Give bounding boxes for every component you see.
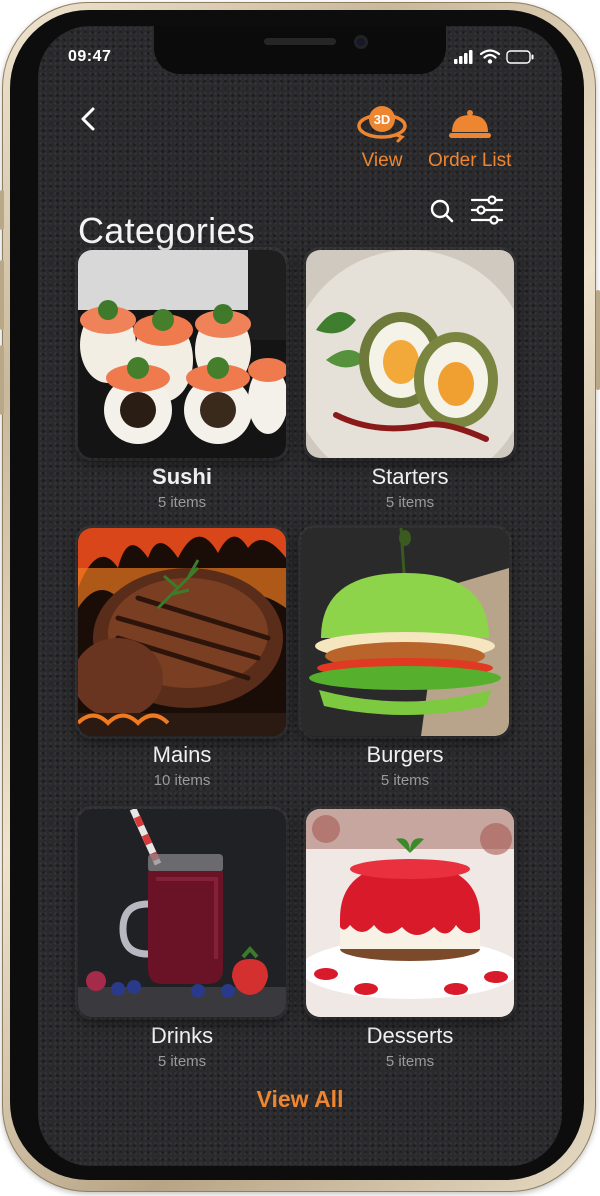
- notch: [154, 26, 446, 74]
- category-count: 5 items: [385, 494, 435, 511]
- view-3d-button[interactable]: 3D View: [356, 104, 408, 172]
- green-burger-photo: [301, 528, 509, 736]
- category-card-burgers[interactable]: Burgers 5 items: [301, 528, 517, 789]
- category-name: Desserts: [366, 1023, 454, 1048]
- search-icon: [430, 199, 454, 223]
- category-count: 5 items: [385, 1053, 435, 1070]
- category-count: 5 items: [380, 772, 430, 789]
- volume-up-button: [0, 260, 4, 330]
- app-screen: 09:47 3D View Order List Categories Sush…: [38, 26, 562, 1166]
- signal-icon: [454, 49, 473, 64]
- sushi-photo: [78, 250, 286, 458]
- 3d-badge-text: 3D: [374, 112, 391, 127]
- category-card-starters[interactable]: Starters 5 items: [306, 250, 522, 511]
- category-name: Drinks: [150, 1023, 214, 1048]
- berry-smoothie-photo: [78, 809, 286, 1017]
- volume-down-button: [0, 345, 4, 415]
- category-card-sushi[interactable]: Sushi 5 items: [78, 250, 294, 511]
- order-list-button[interactable]: Order List: [428, 104, 511, 172]
- 3d-view-icon: 3D: [357, 106, 407, 143]
- category-name: Mains: [152, 742, 212, 767]
- chevron-left-icon: [81, 107, 95, 131]
- cloche-icon: [448, 110, 491, 138]
- view-label: View: [361, 150, 403, 171]
- category-card-mains[interactable]: Mains 10 items: [78, 528, 294, 789]
- category-count: 5 items: [157, 1053, 207, 1070]
- back-button[interactable]: [76, 106, 102, 132]
- category-count: 10 items: [153, 772, 211, 789]
- page-title: Categories: [78, 210, 256, 252]
- front-camera: [354, 35, 368, 49]
- wifi-icon: [480, 49, 500, 64]
- search-button[interactable]: [429, 198, 455, 224]
- red-jelly-cake-photo: [306, 809, 514, 1017]
- speaker-grille: [264, 38, 336, 45]
- power-button: [596, 290, 600, 390]
- grilled-steak-photo: [78, 528, 286, 736]
- view-all-button[interactable]: View All: [38, 1086, 562, 1113]
- scotch-egg-photo: [306, 250, 514, 458]
- category-name: Starters: [371, 464, 449, 489]
- category-card-drinks[interactable]: Drinks 5 items: [78, 809, 294, 1070]
- status-time: 09:47: [68, 48, 112, 65]
- category-card-desserts[interactable]: Desserts 5 items: [306, 809, 522, 1070]
- category-name: Burgers: [366, 742, 444, 767]
- filter-button[interactable]: [470, 194, 504, 226]
- mute-switch: [0, 190, 4, 230]
- order-list-label: Order List: [428, 150, 512, 171]
- sliders-icon: [470, 195, 504, 225]
- category-count: 5 items: [157, 494, 207, 511]
- status-icons: [454, 49, 534, 64]
- battery-icon: [506, 49, 534, 64]
- category-name: Sushi: [152, 464, 212, 489]
